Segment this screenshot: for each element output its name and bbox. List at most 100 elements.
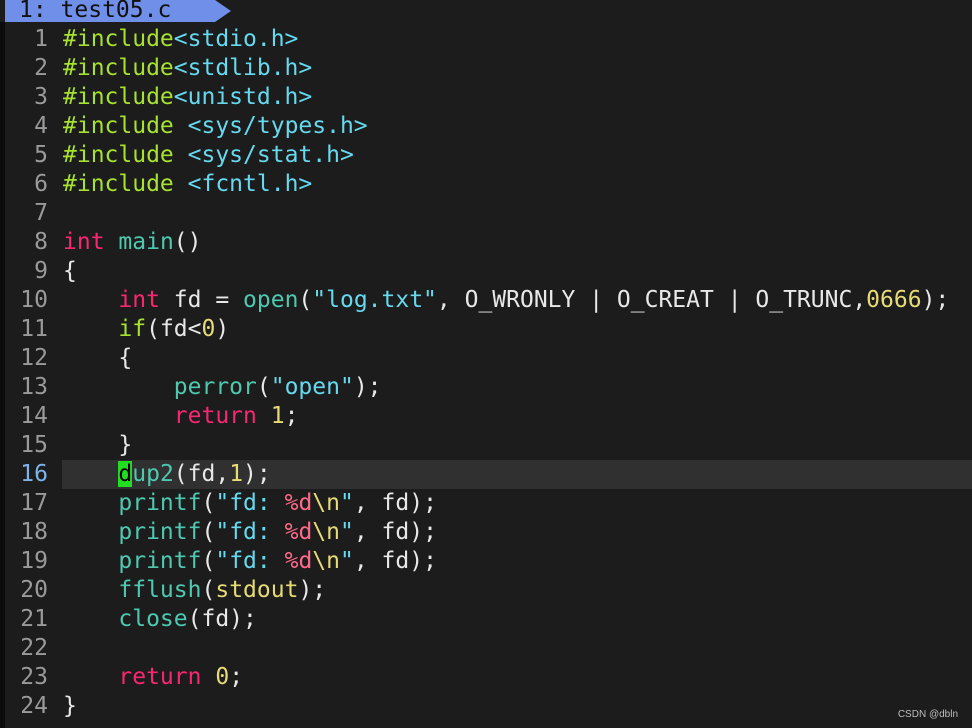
- code-token: (fd);: [187, 606, 257, 632]
- code-text: printf("fd: %d\n", fd);: [63, 489, 437, 518]
- code-text: }: [63, 431, 132, 460]
- code-token: open: [243, 287, 299, 313]
- line-number: 11: [20, 316, 48, 342]
- code-line[interactable]: 21 close(fd);: [0, 605, 972, 634]
- line-number: 24: [20, 693, 48, 719]
- code-line[interactable]: 7: [0, 199, 972, 228]
- code-token: );: [243, 461, 271, 487]
- code-token: );: [921, 287, 950, 313]
- line-number: 12: [20, 345, 48, 371]
- code-token: "log.txt": [312, 287, 437, 313]
- code-line[interactable]: 24}: [0, 692, 972, 721]
- code-text: {: [63, 257, 77, 286]
- code-token: if: [118, 316, 147, 342]
- code-line[interactable]: 23 return 0;: [0, 663, 972, 692]
- code-text: perror("open");: [63, 373, 382, 402]
- text-cursor: d: [118, 461, 133, 487]
- code-token: <fcntl.h>: [187, 171, 313, 197]
- code-token: main: [118, 229, 174, 255]
- code-token: (: [201, 519, 216, 545]
- code-editor[interactable]: 1 #include<stdio.h> 2 #include<stdlib.h> 3 #i…: [0, 25, 972, 721]
- code-line[interactable]: 4 #include <sys/types.h>: [0, 112, 972, 141]
- code-line[interactable]: 11 if(fd<0): [0, 315, 972, 344]
- code-line[interactable]: 18 printf("fd: %d\n", fd);: [0, 518, 972, 547]
- code-token: #include: [63, 84, 174, 110]
- code-line[interactable]: 8 int main(): [0, 228, 972, 257]
- code-token: "fd:: [215, 548, 285, 574]
- code-line[interactable]: 17 printf("fd: %d\n", fd);: [0, 489, 972, 518]
- code-line[interactable]: 6 #include <fcntl.h>: [0, 170, 972, 199]
- code-line[interactable]: 3 #include<unistd.h>: [0, 83, 972, 112]
- code-token: ;: [284, 403, 299, 429]
- code-line[interactable]: 2 #include<stdlib.h>: [0, 54, 972, 83]
- code-token: ): [215, 316, 230, 342]
- code-text: }: [63, 692, 77, 721]
- code-text: fflush(stdout);: [63, 576, 326, 605]
- code-token: }: [63, 432, 133, 458]
- code-text: dup2(fd,1);: [63, 460, 271, 489]
- code-token: (fd<: [146, 316, 202, 342]
- code-token: int: [63, 229, 105, 255]
- tabline: 1: test05.c: [0, 0, 972, 22]
- code-token: fflush: [118, 577, 202, 603]
- code-token: (: [256, 374, 271, 400]
- code-token: {: [63, 345, 133, 371]
- code-text: if(fd<0): [63, 315, 229, 344]
- code-line[interactable]: 16 dup2(fd,1);: [0, 460, 972, 489]
- line-number: 2: [34, 55, 48, 81]
- code-text: return 1;: [63, 402, 299, 431]
- code-token: ": [340, 548, 354, 574]
- code-line[interactable]: 10 int fd = open("log.txt", O_WRONLY | O…: [0, 286, 972, 315]
- code-line[interactable]: 14 return 1;: [0, 402, 972, 431]
- code-line[interactable]: 22: [0, 634, 972, 663]
- code-token: printf: [118, 519, 202, 545]
- code-token: #include: [63, 171, 174, 197]
- line-number: 8: [34, 229, 48, 255]
- code-token: int: [118, 287, 160, 313]
- tab-label: 1: test05.c: [19, 0, 172, 23]
- code-text: #include<stdio.h>: [63, 25, 298, 54]
- code-token: 0666: [866, 287, 922, 313]
- code-token: <unistd.h>: [173, 84, 313, 110]
- line-number: 22: [20, 635, 48, 661]
- line-number: 10: [20, 287, 48, 313]
- vim-editor-window: 1: test05.c 1 #include<stdio.h> 2 #include<…: [0, 0, 972, 728]
- code-token: <sys/types.h>: [187, 113, 368, 139]
- tab-arrow-separator: [215, 0, 231, 22]
- line-number: 13: [20, 374, 48, 400]
- code-text: #include <sys/types.h>: [63, 112, 368, 141]
- code-line[interactable]: 15 }: [0, 431, 972, 460]
- tab-test05-c[interactable]: 1: test05.c: [5, 0, 215, 22]
- line-number: 1: [34, 26, 48, 52]
- code-token: , fd);: [353, 548, 437, 574]
- line-number: 21: [20, 606, 48, 632]
- code-token: printf: [118, 490, 202, 516]
- code-line[interactable]: 20 fflush(stdout);: [0, 576, 972, 605]
- code-line[interactable]: 1 #include<stdio.h>: [0, 25, 972, 54]
- code-token: , fd);: [353, 490, 437, 516]
- line-number: 23: [20, 664, 48, 690]
- code-token: printf: [118, 548, 202, 574]
- code-line[interactable]: 9{: [0, 257, 972, 286]
- code-line[interactable]: 13 perror("open");: [0, 373, 972, 402]
- line-number: 14: [20, 403, 48, 429]
- code-text: printf("fd: %d\n", fd);: [63, 547, 437, 576]
- code-line[interactable]: 19 printf("fd: %d\n", fd);: [0, 547, 972, 576]
- code-line[interactable]: 12 {: [0, 344, 972, 373]
- code-token: "open": [270, 374, 354, 400]
- code-line[interactable]: 5 #include <sys/stat.h>: [0, 141, 972, 170]
- code-token: return: [173, 403, 257, 429]
- code-token: ;: [229, 664, 244, 690]
- code-token: , O_WRONLY | O_CREAT | O_TRUNC,: [436, 287, 867, 313]
- line-number: 7: [34, 200, 48, 226]
- code-token: (: [298, 287, 313, 313]
- code-token: );: [298, 577, 327, 603]
- code-token: (fd,: [173, 461, 230, 487]
